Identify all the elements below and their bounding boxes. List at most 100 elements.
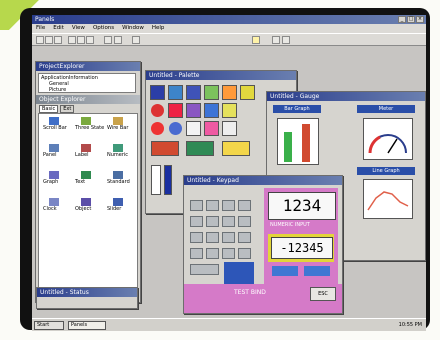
gauge-title-bar[interactable]: Untitled - Gauge	[267, 92, 425, 101]
keypad-key[interactable]	[206, 248, 219, 259]
palette-tile[interactable]	[150, 85, 165, 100]
menu-options[interactable]: Options	[93, 24, 114, 33]
esc-button[interactable]: ESC	[310, 287, 336, 301]
palette-tile[interactable]	[186, 85, 201, 100]
save-icon[interactable]	[54, 36, 62, 44]
tab-basic[interactable]: Basic	[39, 105, 59, 113]
palette-tile[interactable]	[204, 103, 219, 118]
keypad-key[interactable]	[190, 248, 203, 259]
object-panel[interactable]: Panel	[43, 144, 59, 158]
palette-tile[interactable]	[186, 103, 201, 118]
status-title: Untitled - Status	[40, 289, 89, 296]
palette-tile[interactable]	[222, 103, 237, 118]
scroll-bar-icon	[49, 117, 59, 125]
object-list: Scroll Bar Three State Wire Bar Panel La…	[38, 113, 138, 300]
taskbar: Start Panels 10:55 PM	[32, 318, 426, 331]
undo-icon[interactable]	[104, 36, 112, 44]
object-standard[interactable]: Standard	[107, 171, 130, 185]
palette-tile[interactable]	[168, 85, 183, 100]
menu-view[interactable]: View	[72, 24, 85, 33]
palette-tile[interactable]	[168, 103, 183, 118]
tree-item-picture[interactable]: Picture	[41, 87, 133, 93]
object-scroll-bar[interactable]: Scroll Bar	[43, 117, 67, 131]
object-slider[interactable]: Slider	[107, 198, 123, 212]
palette-tile[interactable]	[186, 121, 201, 136]
toolbar	[32, 33, 426, 46]
menu-help[interactable]: Help	[152, 24, 165, 33]
object-numeric[interactable]: Numeric	[107, 144, 128, 158]
close-icon[interactable]: ×	[416, 16, 424, 23]
object-three-state[interactable]: Three State	[75, 117, 104, 131]
blue-lamp-icon[interactable]	[169, 122, 182, 135]
standard-icon	[113, 171, 123, 179]
panel-icon	[49, 144, 59, 152]
cut-icon[interactable]	[68, 36, 76, 44]
object-text[interactable]: Text	[75, 171, 91, 185]
palette-tile[interactable]	[204, 85, 219, 100]
new-icon[interactable]	[36, 36, 44, 44]
keypad-key[interactable]	[222, 232, 235, 243]
object-label[interactable]: Label	[75, 144, 91, 158]
switch-icon[interactable]	[151, 165, 161, 195]
keypad-key[interactable]	[238, 200, 251, 211]
maximize-icon[interactable]: □	[407, 16, 415, 23]
palette-tile[interactable]	[240, 85, 255, 100]
pointer-icon[interactable]	[132, 36, 140, 44]
minimize-icon[interactable]: _	[398, 16, 406, 23]
start-button[interactable]: Start	[34, 321, 64, 330]
taskbar-item-panels[interactable]: Panels	[68, 321, 106, 330]
object-clock[interactable]: Clock	[43, 198, 59, 212]
keypad-key[interactable]	[222, 200, 235, 211]
red-lamp-icon[interactable]	[151, 122, 164, 135]
keypad-key[interactable]	[238, 216, 251, 227]
keypad-key[interactable]	[222, 248, 235, 259]
align-icon[interactable]	[282, 36, 290, 44]
keypad-key[interactable]	[206, 216, 219, 227]
keypad-key[interactable]	[222, 216, 235, 227]
palette-tile[interactable]	[222, 121, 237, 136]
negative-display-frame: -12345	[268, 234, 334, 262]
keypad-key[interactable]	[206, 200, 219, 211]
slider-bar-icon[interactable]	[164, 165, 172, 195]
keypad-key[interactable]	[206, 232, 219, 243]
palette-tile[interactable]	[151, 141, 179, 156]
keypad-key[interactable]	[238, 232, 251, 243]
line-graph-plot-icon	[367, 191, 409, 211]
keypad-key[interactable]	[190, 232, 203, 243]
object-graph[interactable]: Graph	[43, 171, 59, 185]
project-explorer-title-bar[interactable]: ProjectExplorer	[36, 62, 140, 71]
menu-file[interactable]: File	[36, 24, 45, 33]
app-title: Panels	[35, 16, 55, 23]
menu-window[interactable]: Window	[122, 24, 144, 33]
keypad-key[interactable]	[190, 200, 203, 211]
keypad-window: Untitled - Keypad TEST BIND ESC 1234 NUM…	[183, 175, 343, 314]
palette-tile[interactable]	[186, 141, 214, 156]
project-explorer-window: ProjectExplorer ApplicationInformation G…	[35, 61, 141, 303]
open-icon[interactable]	[45, 36, 53, 44]
keypad-title-bar[interactable]: Untitled - Keypad	[184, 176, 342, 185]
palette-title-bar[interactable]: Untitled - Palette	[146, 71, 296, 80]
arrow-left-icon[interactable]	[272, 266, 298, 276]
object-wire-bar[interactable]: Wire Bar	[107, 117, 128, 131]
keypad-key[interactable]	[190, 216, 203, 227]
keypad-key-wide[interactable]	[190, 264, 219, 275]
folder-icon[interactable]	[252, 36, 260, 44]
screen: Panels _ □ × File Edit View Options Wind…	[32, 15, 426, 331]
tab-ext[interactable]: Ext	[60, 105, 75, 113]
grid-icon[interactable]	[272, 36, 280, 44]
app-title-bar[interactable]: Panels _ □ ×	[32, 15, 426, 24]
redo-icon[interactable]	[114, 36, 122, 44]
red-button-icon[interactable]	[151, 104, 164, 117]
copy-icon[interactable]	[77, 36, 85, 44]
paste-icon[interactable]	[86, 36, 94, 44]
keypad-key[interactable]	[238, 248, 251, 259]
menu-edit[interactable]: Edit	[53, 24, 64, 33]
object-object[interactable]: Object	[75, 198, 91, 212]
palette-tile[interactable]	[204, 121, 219, 136]
status-title-bar[interactable]: Untitled - Status	[37, 288, 137, 297]
palette-tile[interactable]	[222, 85, 237, 100]
enter-key-icon[interactable]	[224, 262, 254, 284]
palette-tile[interactable]	[222, 141, 250, 156]
arrow-right-icon[interactable]	[304, 266, 330, 276]
object-explorer-title-bar[interactable]: Object Explorer	[36, 95, 140, 104]
